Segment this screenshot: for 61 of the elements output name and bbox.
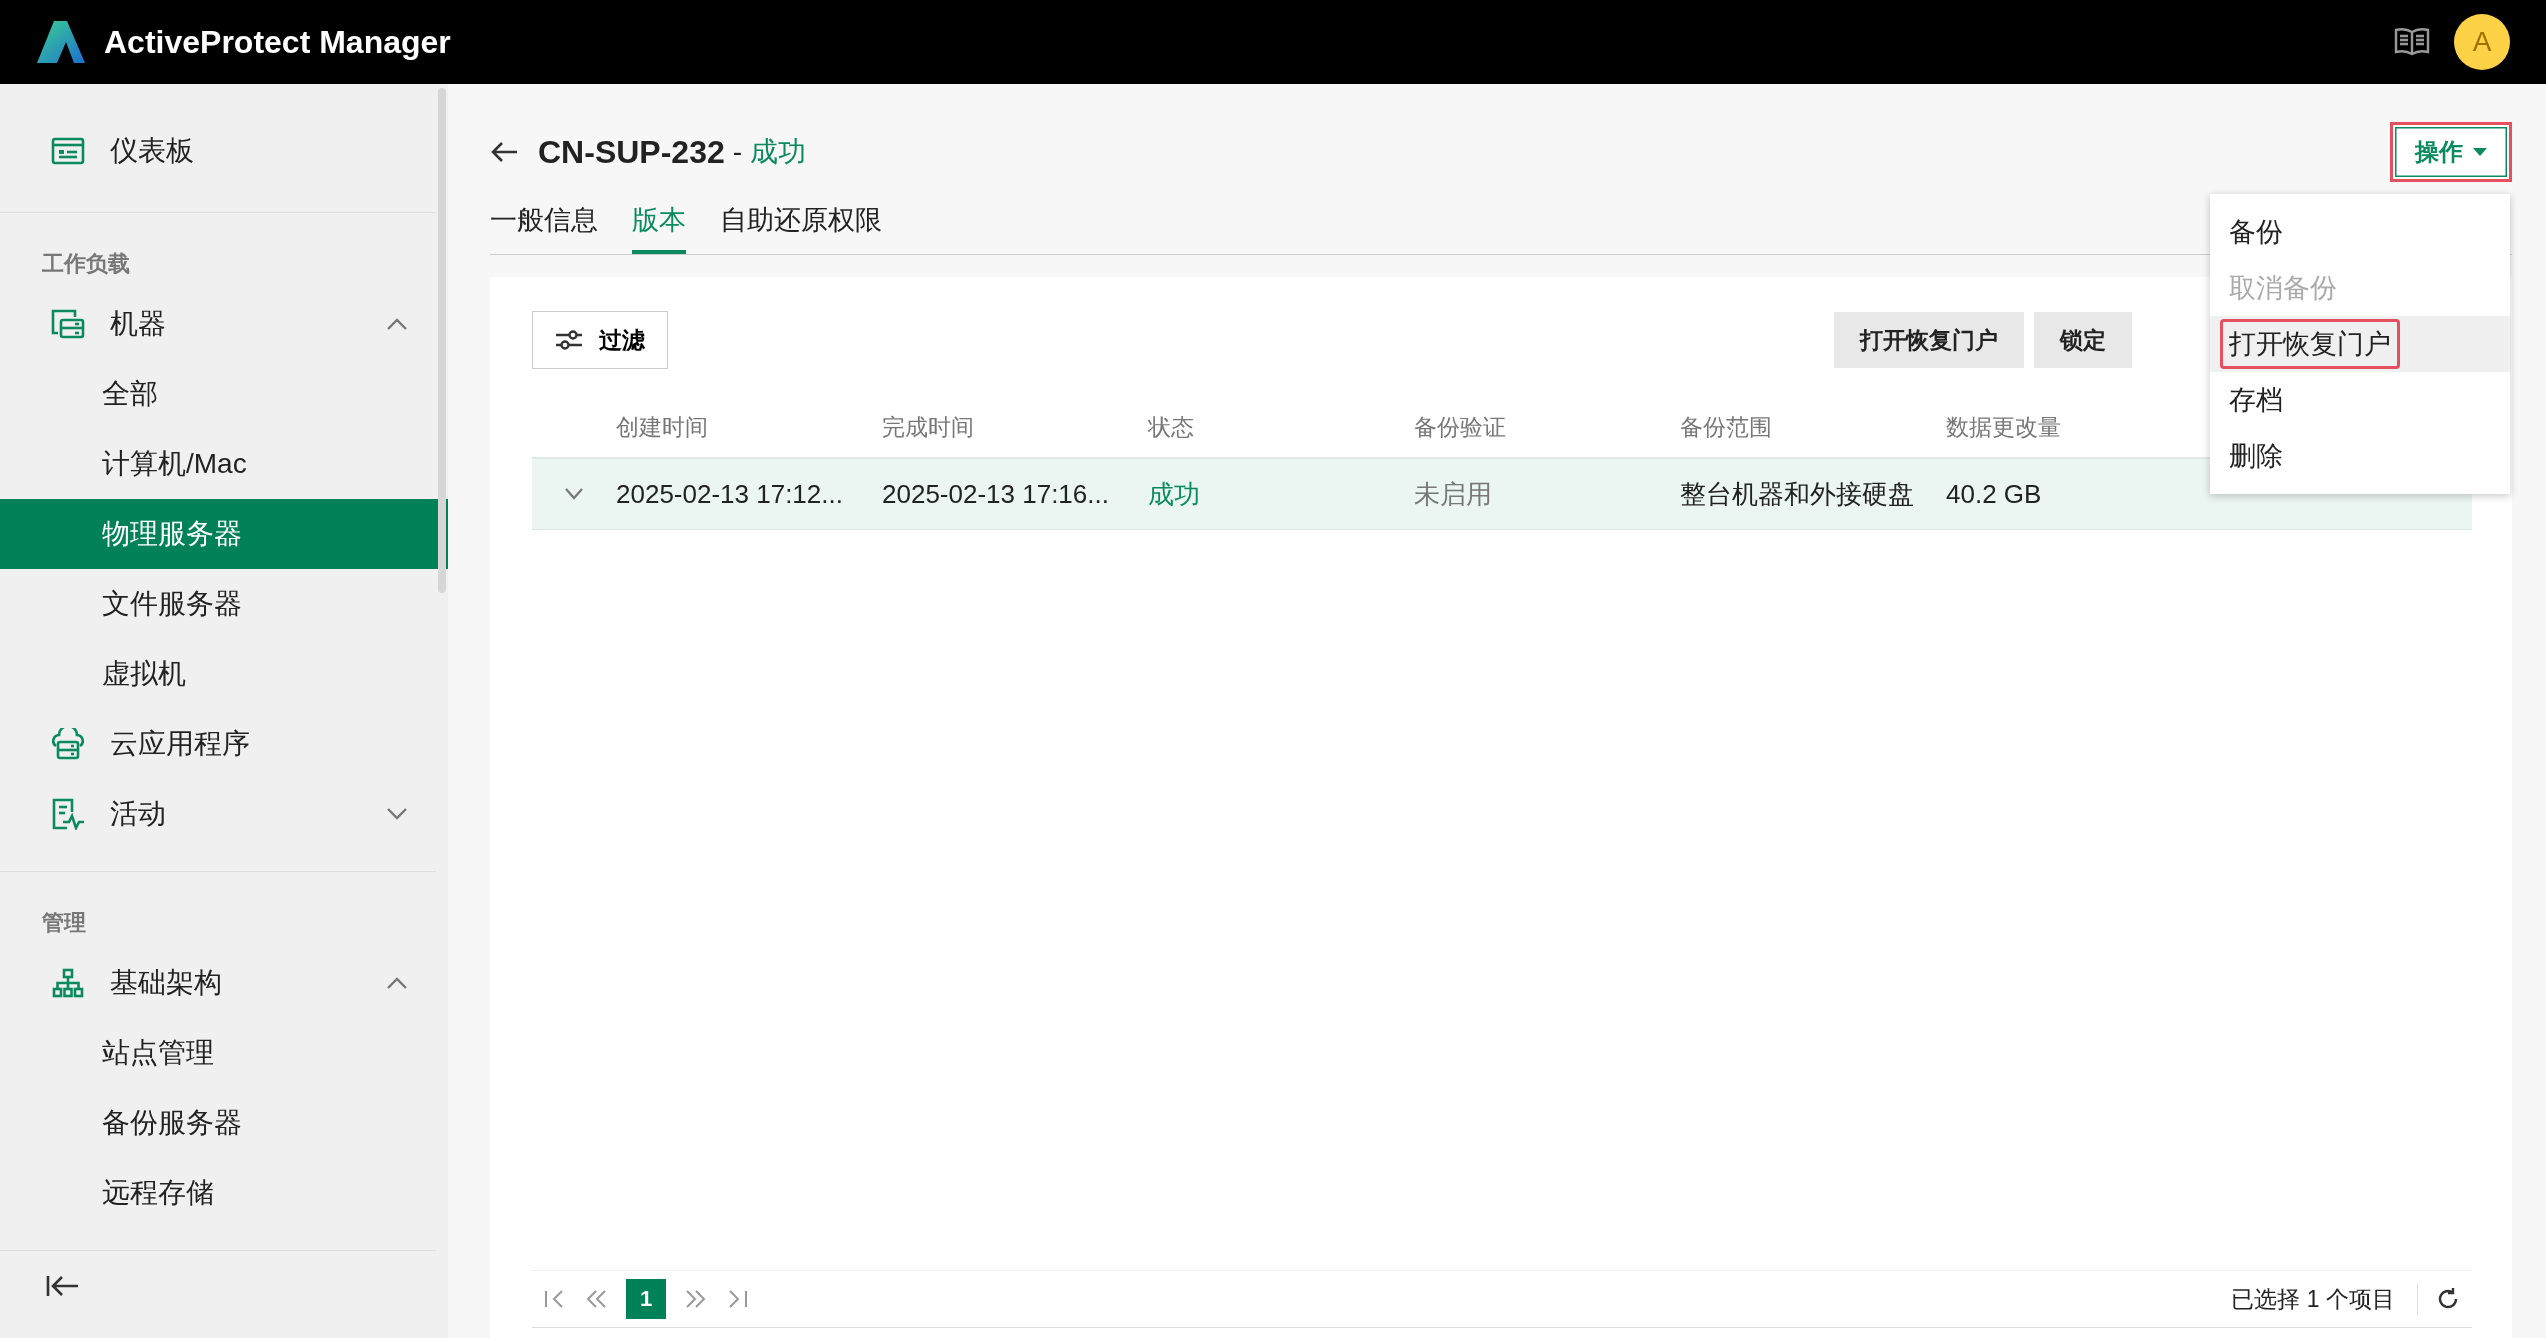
nav-item[interactable]: 站点管理 [0, 1018, 436, 1088]
nav-item[interactable]: 远程存储 [0, 1158, 436, 1228]
previous-page-icon[interactable] [584, 1289, 608, 1309]
actions-button[interactable]: 操作 [2390, 122, 2512, 182]
selection-summary: 已选择 1 个项目 [2231, 1283, 2418, 1315]
tab[interactable]: 一般信息 [490, 194, 598, 254]
nav-item[interactable]: 全部 [0, 359, 436, 429]
logo-icon [36, 20, 86, 64]
sliders-icon [555, 329, 583, 351]
table-cell-text: 未启用 [1414, 477, 1492, 511]
dashboard-icon [51, 137, 85, 165]
status-text: 成功 [750, 135, 807, 169]
caret-icon [2473, 148, 2487, 156]
column-header[interactable]: 数据更改量 [1946, 411, 2061, 443]
tab[interactable]: 自助还原权限 [720, 194, 882, 254]
refresh-icon[interactable] [2436, 1287, 2460, 1311]
column-header[interactable]: 创建时间 [616, 411, 708, 443]
last-page-icon[interactable] [726, 1289, 748, 1309]
tab[interactable]: 版本 [632, 194, 686, 254]
filter-button[interactable]: 过滤 [532, 311, 668, 369]
menu-item[interactable]: 存档 [2220, 375, 2292, 425]
nav-item[interactable]: 机器 [0, 289, 436, 359]
table-cell-text: 整台机器和外接硬盘 [1680, 477, 1914, 511]
back-arrow-icon[interactable] [490, 140, 518, 164]
section-heading: 管理 [41, 909, 87, 937]
next-page-icon[interactable] [684, 1289, 708, 1309]
app-title: ActiveProtect Manager [104, 23, 451, 61]
nav-item[interactable]: 文件服务器 [0, 569, 436, 639]
nav-item[interactable]: 物理服务器 [0, 499, 448, 569]
menu-item[interactable]: 打开恢复门户 [2220, 319, 2400, 369]
column-header[interactable]: 完成时间 [882, 411, 974, 443]
hierarchy-icon [52, 968, 84, 998]
nav-item[interactable]: 云应用程序 [0, 709, 436, 779]
devices-icon [51, 309, 85, 339]
nav-item[interactable]: 计算机/Mac [0, 429, 436, 499]
nav-item[interactable]: 虚拟机 [0, 639, 436, 709]
column-header[interactable]: 备份验证 [1414, 411, 1506, 443]
nav-item[interactable]: 活动 [0, 779, 436, 849]
table-cell: 40.2 GB [1946, 478, 2042, 510]
book-icon[interactable] [2394, 27, 2430, 57]
chevron-icon[interactable] [564, 488, 584, 500]
activity-log-icon [51, 798, 85, 830]
title-separator: - [732, 136, 743, 168]
page-button[interactable]: 1 [626, 1279, 666, 1319]
nav-item[interactable]: 备份服务器 [0, 1088, 436, 1158]
table-cell: 2025-02-13 17:16... [882, 478, 1109, 510]
nav-item[interactable]: 仪表板 [0, 116, 436, 186]
toolbar-button[interactable]: 锁定 [2034, 312, 2132, 368]
nav-item[interactable]: 基础架构 [0, 948, 436, 1018]
first-page-icon[interactable] [544, 1289, 566, 1309]
toolbar-button[interactable]: 打开恢复门户 [1834, 312, 2024, 368]
page-title: CN-SUP-232 [538, 133, 725, 171]
scrollbar[interactable] [438, 88, 446, 593]
collapse-sidebar-icon[interactable] [46, 1274, 80, 1298]
table-cell: 2025-02-13 17:12... [616, 478, 843, 510]
column-header[interactable]: 备份范围 [1680, 411, 1772, 443]
table-cell-text: 成功 [1148, 477, 1200, 511]
column-header[interactable]: 状态 [1148, 411, 1194, 443]
section-heading: 工作负载 [41, 250, 131, 278]
cloud-server-icon [51, 728, 85, 760]
menu-item[interactable]: 备份 [2220, 207, 2292, 257]
